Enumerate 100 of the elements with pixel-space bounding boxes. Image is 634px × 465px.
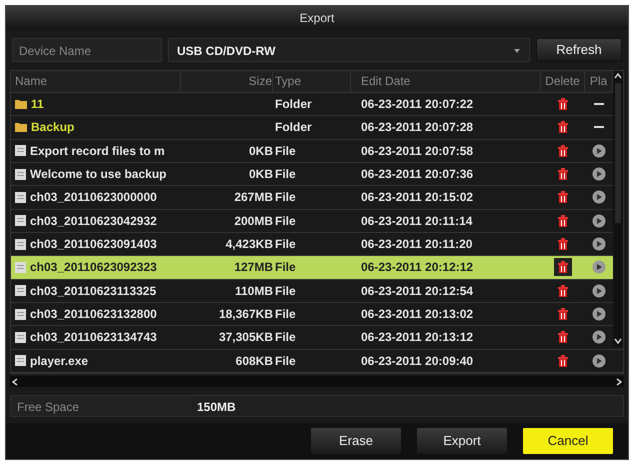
play-icon[interactable] bbox=[592, 167, 606, 182]
play-icon[interactable] bbox=[592, 330, 606, 344]
file-type: File bbox=[275, 354, 296, 368]
file-icon bbox=[15, 168, 26, 180]
file-type: File bbox=[275, 284, 296, 298]
scroll-right-icon[interactable] bbox=[614, 376, 624, 387]
file-icon bbox=[15, 332, 26, 343]
edit-date: 06-23-2011 20:13:12 bbox=[361, 330, 474, 344]
file-icon bbox=[15, 262, 26, 273]
play-icon[interactable] bbox=[592, 354, 606, 368]
file-name: ch03_20110623134743 bbox=[30, 329, 157, 346]
file-icon bbox=[15, 238, 26, 250]
play-icon[interactable] bbox=[592, 284, 606, 298]
type-header: Type bbox=[275, 73, 302, 90]
refresh-button[interactable]: Refresh bbox=[536, 38, 622, 62]
free-space-label: Free Space bbox=[11, 396, 191, 416]
delete-icon[interactable] bbox=[558, 308, 568, 320]
file-type: File bbox=[275, 144, 296, 158]
file-size: 110MB bbox=[234, 284, 273, 298]
delete-icon[interactable] bbox=[558, 98, 568, 110]
file-type: File bbox=[275, 330, 296, 344]
delete-icon[interactable] bbox=[554, 258, 572, 276]
edit-date: 06-23-2011 20:07:22 bbox=[361, 97, 474, 112]
file-size: 127MB bbox=[234, 260, 273, 274]
edit-date-header: Edit Date bbox=[361, 73, 410, 90]
file-type: File bbox=[275, 214, 296, 228]
file-name: ch03_20110623091403 bbox=[30, 236, 157, 254]
delete-icon[interactable] bbox=[558, 121, 568, 134]
delete-icon[interactable] bbox=[558, 144, 568, 157]
edit-date: 06-23-2011 20:07:36 bbox=[361, 167, 474, 182]
file-size: 18,367KB bbox=[218, 307, 273, 322]
vertical-scrollbar[interactable] bbox=[613, 71, 623, 347]
size-header: Size bbox=[248, 73, 272, 90]
edit-date: 06-23-2011 20:07:28 bbox=[361, 120, 474, 134]
edit-date: 06-23-2011 20:12:12 bbox=[361, 260, 474, 274]
file-type: File bbox=[275, 237, 296, 252]
edit-date: 06-23-2011 20:09:40 bbox=[361, 354, 474, 368]
table-row[interactable]: player.exe 608KB File 06-23-2011 20:09:40 bbox=[11, 350, 623, 373]
delete-icon[interactable] bbox=[558, 331, 568, 344]
file-name: Backup bbox=[31, 119, 74, 136]
play-header: Pla bbox=[590, 73, 608, 90]
cancel-button[interactable]: Cancel bbox=[522, 427, 614, 456]
edit-date: 06-23-2011 20:07:58 bbox=[361, 144, 474, 158]
file-type: File bbox=[275, 167, 296, 182]
file-icon bbox=[15, 192, 26, 203]
file-name: ch03_20110623042932 bbox=[30, 212, 157, 230]
file-name: 11 bbox=[31, 96, 44, 114]
play-icon[interactable] bbox=[592, 144, 606, 158]
delete-icon[interactable] bbox=[558, 354, 568, 367]
play-icon[interactable] bbox=[592, 307, 606, 322]
device-name-label: Device Name bbox=[12, 38, 162, 62]
folder-icon bbox=[15, 122, 27, 132]
file-icon bbox=[15, 215, 26, 226]
edit-date: 06-23-2011 20:15:02 bbox=[361, 190, 474, 204]
file-size: 608KB bbox=[236, 354, 273, 368]
file-name: ch03_20110623113325 bbox=[30, 282, 156, 300]
edit-date: 06-23-2011 20:11:14 bbox=[361, 214, 472, 228]
erase-button[interactable]: Erase bbox=[310, 427, 402, 456]
file-type: File bbox=[275, 260, 296, 274]
delete-icon[interactable] bbox=[558, 191, 568, 204]
window-title: Export bbox=[6, 6, 628, 30]
file-size: 0KB bbox=[248, 144, 273, 158]
file-size: 267MB bbox=[234, 190, 273, 204]
delete-icon[interactable] bbox=[558, 284, 568, 297]
file-type: File bbox=[275, 190, 296, 204]
file-type: Folder bbox=[275, 97, 312, 112]
play-icon[interactable] bbox=[592, 190, 606, 204]
delete-header: Delete bbox=[545, 73, 580, 90]
device-dropdown[interactable]: USB CD/DVD-RW bbox=[168, 38, 530, 62]
play-icon[interactable] bbox=[592, 260, 606, 274]
delete-icon[interactable] bbox=[558, 168, 568, 180]
delete-icon[interactable] bbox=[558, 238, 568, 250]
play-icon[interactable] bbox=[592, 214, 606, 228]
file-icon bbox=[15, 145, 26, 156]
file-type: File bbox=[275, 307, 296, 322]
play-icon[interactable] bbox=[592, 237, 606, 252]
delete-icon[interactable] bbox=[558, 214, 568, 227]
dash-icon bbox=[594, 126, 604, 128]
file-size: 4,423KB bbox=[226, 237, 273, 252]
file-icon bbox=[15, 355, 26, 366]
file-size: 0KB bbox=[248, 167, 273, 182]
file-size: 37,305KB bbox=[218, 330, 273, 344]
file-name: Welcome to use backup bbox=[30, 166, 166, 184]
file-type: Folder bbox=[275, 120, 312, 134]
name-header: Name bbox=[15, 73, 48, 90]
file-name: ch03_20110623092323 bbox=[30, 259, 157, 276]
edit-date: 06-23-2011 20:11:20 bbox=[361, 237, 472, 252]
file-name: player.exe bbox=[30, 352, 88, 370]
file-icon bbox=[15, 285, 26, 296]
file-name: ch03_20110623132800 bbox=[30, 306, 157, 324]
edit-date: 06-23-2011 20:13:02 bbox=[361, 307, 474, 322]
horizontal-scrollbar[interactable] bbox=[10, 376, 624, 388]
scroll-left-icon[interactable] bbox=[10, 376, 20, 387]
file-name: Export record files to m bbox=[30, 142, 165, 160]
folder-icon bbox=[15, 99, 27, 110]
file-icon bbox=[15, 308, 26, 320]
free-space-value: 150MB bbox=[191, 396, 623, 416]
dash-icon bbox=[594, 103, 604, 106]
export-button[interactable]: Export bbox=[416, 427, 508, 456]
caret-icon bbox=[513, 47, 521, 55]
